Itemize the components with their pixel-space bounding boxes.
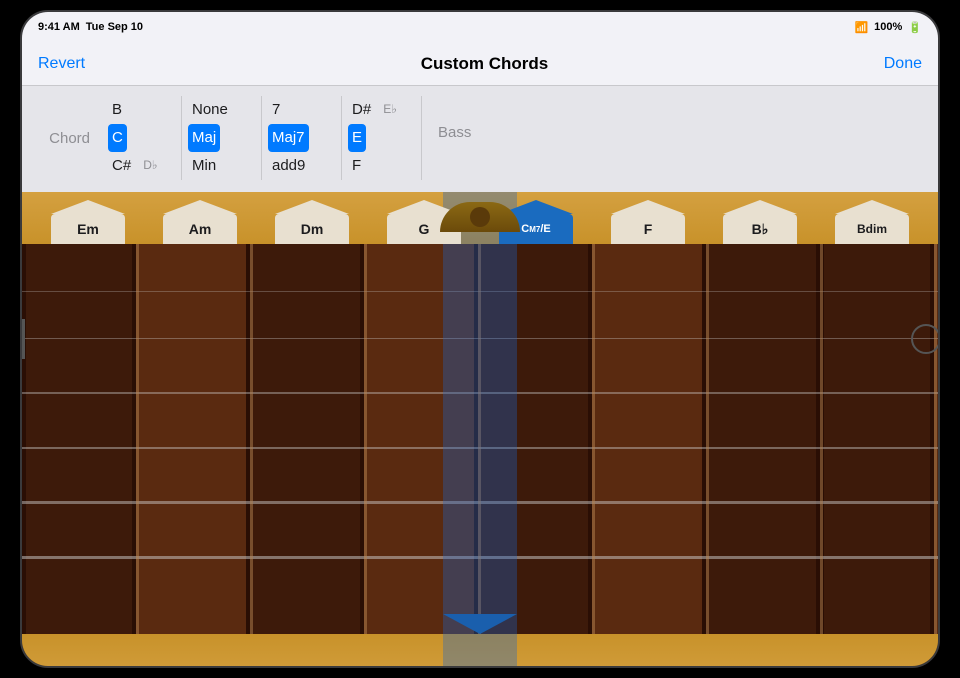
chord-btn-Bdim-label: Bdim (835, 214, 909, 244)
picker-item-E[interactable]: E (348, 124, 366, 152)
fret-line-6 (706, 244, 709, 634)
status-time: 9:41 AM (38, 21, 80, 33)
picker-col-extension: 7 Maj7 add9 (262, 96, 342, 180)
picker-col-quality: None Maj Min (182, 96, 262, 180)
guitar-area: Em Am Dm G (22, 192, 938, 668)
chord-btn-Dm[interactable]: Dm (275, 200, 349, 244)
chord-btn-Bdim-roof (835, 200, 909, 214)
chord-btn-Dm-roof (275, 200, 349, 214)
chord-btn-Em-label: Em (51, 214, 125, 244)
picker-columns: B C C# D♭ None Maj Min 7 Maj7 add (102, 96, 938, 180)
picker-item-Dsharp[interactable]: D# (348, 96, 375, 124)
chord-label: Chord (22, 130, 102, 147)
chord-btn-Bb-label: B♭ (723, 214, 797, 244)
picker-item-Csharp[interactable]: C# (108, 152, 135, 180)
chord-btn-Am-roof (163, 200, 237, 214)
nav-bar: Revert Custom Chords Done (22, 42, 938, 86)
chord-btn-Dm-label: Dm (275, 214, 349, 244)
status-date: Tue Sep 10 (86, 21, 143, 33)
picker-item-C[interactable]: C (108, 124, 127, 152)
picker-item-none[interactable]: None (188, 96, 232, 124)
picker-item-Eb[interactable]: E♭ (379, 98, 401, 121)
picker-item-add9[interactable]: add9 (268, 152, 309, 180)
picker-item-min[interactable]: Min (188, 152, 220, 180)
fret-line-8 (934, 244, 937, 634)
chord-btn-Em-roof (51, 200, 125, 214)
picker-item-7[interactable]: 7 (268, 96, 284, 124)
picker-item-maj[interactable]: Maj (188, 124, 220, 152)
fret-line-1 (136, 244, 139, 634)
fret-line-7 (820, 244, 823, 634)
revert-button[interactable]: Revert (38, 55, 85, 73)
chord-btn-F[interactable]: F (611, 200, 685, 244)
page-title: Custom Chords (421, 54, 549, 74)
chord-btn-F-label: F (611, 214, 685, 244)
side-button-left[interactable] (20, 319, 25, 359)
picker-col-root: B C C# D♭ (102, 96, 182, 180)
chord-btn-Em[interactable]: Em (51, 200, 125, 244)
picker-item-B[interactable]: B (108, 96, 126, 124)
battery-indicator: 100% (874, 21, 902, 33)
chord-btn-Bb-roof (723, 200, 797, 214)
home-button[interactable] (911, 324, 940, 354)
chord-picker: Chord B C C# D♭ None Maj Min (22, 86, 938, 192)
picker-col-bass-label: B Bass (422, 96, 502, 180)
picker-col-bass-note: D# E♭ E F (342, 96, 422, 180)
bass-label: Bass (428, 124, 471, 141)
battery-icon: 🔋 (908, 21, 922, 34)
active-arrow (443, 614, 517, 634)
chord-btn-F-roof (611, 200, 685, 214)
active-column (443, 192, 517, 668)
picker-item-maj7[interactable]: Maj7 (268, 124, 309, 152)
wifi-icon: 📶 (854, 21, 868, 34)
picker-item-F[interactable]: F (348, 152, 365, 180)
done-button[interactable]: Done (884, 55, 922, 73)
picker-item-Db[interactable]: D♭ (139, 154, 161, 177)
chord-btn-Am[interactable]: Am (163, 200, 237, 244)
chord-btn-Am-label: Am (163, 214, 237, 244)
fret-line-5 (592, 244, 595, 634)
fret-line-3 (364, 244, 367, 634)
status-bar: 9:41 AM Tue Sep 10 📶 100% 🔋 (22, 12, 938, 42)
fret-line-2 (250, 244, 253, 634)
chord-btn-Bdim[interactable]: Bdim (835, 200, 909, 244)
chord-btn-Bb[interactable]: B♭ (723, 200, 797, 244)
